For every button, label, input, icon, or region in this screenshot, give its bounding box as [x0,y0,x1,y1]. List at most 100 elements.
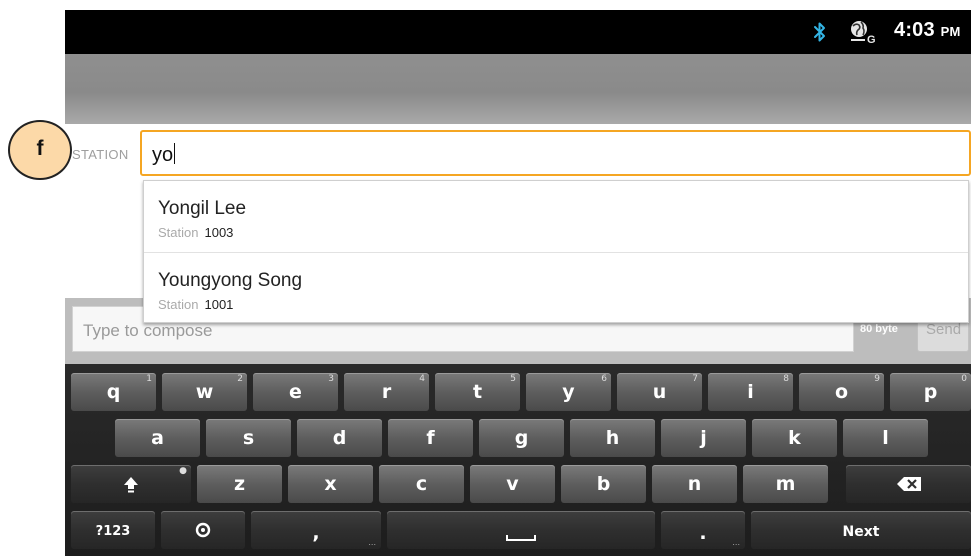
text-caret [174,143,176,164]
key-o[interactable]: o9 [799,373,884,411]
key-hint: 4 [419,374,425,384]
station-label: STATION [72,147,129,162]
key-x[interactable]: x [288,465,373,503]
key-period[interactable]: .... [661,511,745,549]
key-p[interactable]: p0 [890,373,971,411]
key-label: e [289,381,302,403]
key-hint: 8 [783,374,789,384]
key-hint: 7 [692,374,698,384]
svg-text:G: G [867,34,876,45]
key-i[interactable]: i8 [708,373,793,411]
station-input-text: yo [152,144,174,166]
key-e[interactable]: e3 [253,373,338,411]
suggestion-item[interactable]: Youngyong Song Station 1001 [144,253,968,325]
key-label: i [747,381,754,403]
key-label: k [788,427,801,449]
key-comma[interactable]: ,... [251,511,381,549]
title-bar [65,54,971,124]
shift-hint-dot: ● [179,466,187,476]
key-label: s [242,427,255,449]
status-bar: G 4:03 PM [65,10,971,54]
key-f[interactable]: f [388,419,473,457]
key-z[interactable]: z [197,465,282,503]
key-k[interactable]: k [752,419,837,457]
key-s[interactable]: s [206,419,291,457]
key-symbols[interactable]: ?123 [71,511,155,549]
key-l[interactable]: l [843,419,928,457]
clock-ampm: PM [940,24,961,39]
autocomplete-dropdown: Yongil Lee Station 1003 Youngyong Song St… [143,180,969,323]
key-y[interactable]: y6 [526,373,611,411]
key-n[interactable]: n [652,465,737,503]
suggestion-detail: Station 1001 [158,297,233,312]
station-input[interactable]: yo [140,130,971,176]
key-hint: 3 [328,374,334,384]
key-shift[interactable]: ● [71,465,191,503]
key-j[interactable]: j [661,419,746,457]
screen: G 4:03 PM STATION yo Yongil Lee Station 1… [0,0,971,556]
key-label: c [415,473,428,495]
key-label: d [332,427,347,449]
key-space[interactable] [387,511,655,549]
suggestion-detail: Station 1003 [158,225,233,240]
key-label: g [514,427,529,449]
key-label: v [506,473,519,495]
suggestion-detail-label: Station [158,225,199,240]
key-label: n [687,473,702,495]
key-label: m [775,473,796,495]
key-h[interactable]: h [570,419,655,457]
network-data-icon: G [848,19,878,46]
suggestion-name: Youngyong Song [158,270,303,291]
station-input-value: yo [152,143,176,167]
suggestion-station-number: 1001 [204,297,234,312]
key-label: , [312,522,320,544]
key-r[interactable]: r4 [344,373,429,411]
key-t[interactable]: t5 [435,373,520,411]
key-label: Next [842,524,880,540]
key-label: u [652,381,667,403]
key-m[interactable]: m [743,465,828,503]
key-backspace[interactable] [846,465,971,503]
key-c[interactable]: c [379,465,464,503]
key-label: y [562,381,575,403]
key-settings[interactable] [161,511,245,549]
key-q[interactable]: q1 [71,373,156,411]
key-label: h [605,427,620,449]
key-next[interactable]: Next [751,511,971,549]
key-g[interactable]: g [479,419,564,457]
suggestion-name: Yongil Lee [158,198,247,219]
status-clock: 4:03 PM [894,19,961,42]
key-label: j [700,427,707,449]
suggestion-station-number: 1003 [204,225,234,240]
key-label: z [233,473,246,495]
key-hint: 6 [601,374,607,384]
key-label: p [923,381,938,403]
clock-time: 4:03 [894,19,935,41]
key-label: q [106,381,121,403]
key-d[interactable]: d [297,419,382,457]
more-keys-indicator: ... [732,538,740,547]
annotation-marker-label: f [36,137,44,160]
key-label: ?123 [95,524,131,539]
key-b[interactable]: b [561,465,646,503]
key-label: x [324,473,337,495]
key-hint: 1 [146,374,152,384]
key-w[interactable]: w2 [162,373,247,411]
suggestion-item[interactable]: Yongil Lee Station 1003 [144,181,968,253]
key-label: o [834,381,849,403]
key-a[interactable]: a [115,419,200,457]
key-label: b [596,473,611,495]
more-keys-indicator: ... [368,538,376,547]
key-hint: 9 [874,374,880,384]
key-label: t [472,381,483,403]
key-label: f [426,427,435,449]
bluetooth-icon [811,21,829,43]
suggestion-detail-label: Station [158,297,199,312]
key-label: r [381,381,392,403]
key-label: l [882,427,889,449]
annotation-marker: f [8,120,72,180]
key-u[interactable]: u7 [617,373,702,411]
key-label: w [195,381,214,403]
soft-keyboard: q1 w2 e3 r4 t5 y6 u7 i8 o9 p0 a s d f g … [65,364,971,556]
key-v[interactable]: v [470,465,555,503]
